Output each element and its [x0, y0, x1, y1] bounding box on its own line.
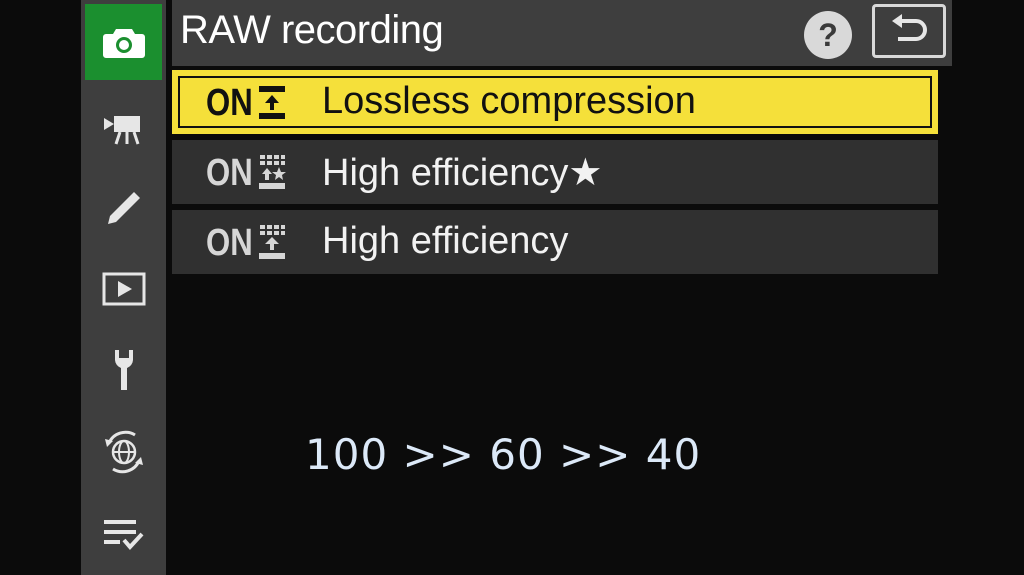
menu-item-high-efficiency[interactable]: ON High efficiency	[172, 210, 938, 274]
network-icon	[104, 430, 143, 474]
help-button[interactable]: ?	[804, 11, 852, 59]
on-label: ON	[206, 152, 253, 194]
on-label: ON	[206, 82, 253, 124]
menu-item-lossless-compression[interactable]: ON Lossless compression	[172, 70, 938, 134]
back-button[interactable]	[872, 4, 946, 58]
high-efficiency-star-icon	[259, 155, 286, 189]
tab-my-menu[interactable]	[85, 496, 162, 572]
tab-setup[interactable]	[85, 332, 162, 408]
help-icon: ?	[818, 16, 838, 53]
page-title: RAW recording	[180, 8, 444, 52]
wrench-icon	[114, 350, 133, 390]
playback-icon	[102, 272, 145, 306]
tab-video-recording[interactable]	[85, 90, 162, 166]
menu-item-high-efficiency-star[interactable]: ON High efficiency★	[172, 140, 938, 204]
menu-header: RAW recording ?	[172, 0, 952, 66]
menu-item-label: Lossless compression	[322, 80, 696, 122]
pencil-icon	[107, 192, 140, 224]
menu-item-label: High efficiency★	[322, 152, 603, 194]
tab-photo-shooting[interactable]	[85, 4, 162, 80]
video-camera-icon	[103, 116, 140, 145]
compression-ratio-text: 100 >> 60 >> 40	[305, 430, 702, 479]
my-menu-icon	[103, 520, 143, 551]
camera-icon	[102, 29, 145, 58]
menu-item-label: High efficiency	[322, 220, 569, 262]
tab-playback[interactable]	[85, 251, 162, 327]
on-label: ON	[206, 222, 253, 264]
high-efficiency-icon	[259, 225, 285, 259]
sidebar	[81, 0, 166, 575]
return-icon	[892, 14, 927, 41]
tab-custom-settings[interactable]	[85, 170, 162, 246]
tab-network[interactable]	[85, 414, 162, 490]
lossless-compression-icon	[259, 86, 285, 119]
